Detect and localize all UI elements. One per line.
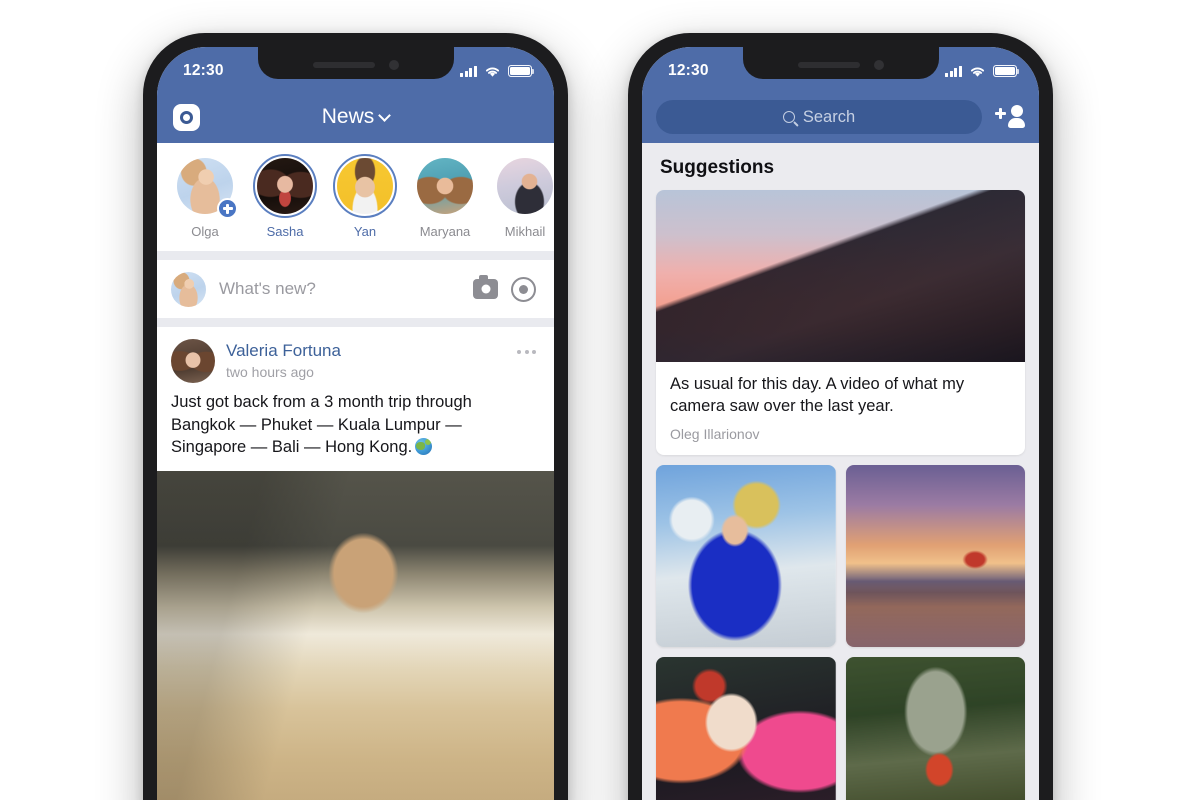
phone-device-right: 12:30 Search Suggestions As usual for th… (628, 33, 1053, 800)
post-header: Valeria Fortuna two hours ago (157, 327, 554, 387)
wifi-icon (485, 66, 500, 77)
avatar (257, 158, 313, 214)
post-composer[interactable]: What's new? (157, 260, 554, 318)
search-icon (782, 111, 795, 123)
avatar[interactable] (171, 339, 215, 383)
avatar (337, 158, 393, 214)
front-camera-icon (388, 60, 399, 70)
camera-circle-icon[interactable] (173, 103, 200, 131)
status-time: 12:30 (183, 62, 224, 79)
story-item-sasha[interactable]: Sasha (251, 154, 319, 239)
add-story-icon[interactable] (217, 198, 238, 219)
photo-grid (642, 455, 1039, 800)
status-icons-group (945, 61, 1020, 78)
story-item-mikhail[interactable]: Mikhail (491, 154, 554, 239)
suggestion-card[interactable]: As usual for this day. A video of what m… (656, 190, 1025, 455)
add-friend-icon[interactable] (995, 105, 1025, 129)
story-label: Sasha (266, 224, 304, 239)
section-divider (157, 318, 554, 327)
post-author[interactable]: Valeria Fortuna (226, 340, 506, 361)
card-photo[interactable] (656, 190, 1025, 362)
device-notch-left (257, 47, 454, 79)
avatar (497, 158, 553, 214)
wifi-icon (970, 66, 985, 77)
status-icons-group (460, 61, 535, 78)
phone-screen-left: 12:30 News Olga Sasha Yan Maryana Mikhai… (157, 47, 554, 800)
nav-bar-left: News (157, 91, 554, 143)
grid-photo-tile[interactable] (656, 464, 836, 647)
story-label: Maryana (419, 224, 471, 239)
chevron-down-icon (378, 109, 392, 122)
cellular-signal-icon (460, 65, 477, 77)
earpiece-speaker-icon (312, 62, 375, 68)
composer-input[interactable]: What's new? (219, 279, 460, 299)
phone-device-left: 12:30 News Olga Sasha Yan Maryana Mikhai… (143, 33, 568, 800)
cellular-signal-icon (945, 65, 962, 77)
search-placeholder: Search (802, 107, 856, 126)
globe-emoji (415, 438, 433, 456)
post-photo[interactable] (157, 470, 554, 800)
avatar (417, 158, 473, 214)
section-divider (157, 251, 554, 260)
device-notch-right (742, 47, 939, 79)
card-author[interactable]: Oleg Illarionov (656, 426, 1025, 455)
story-label: Olga (191, 224, 219, 239)
post-timestamp: two hours ago (226, 364, 314, 381)
post-text-wrapper: Just got back from a 3 month trip throug… (157, 387, 554, 471)
grid-photo-tile[interactable] (845, 656, 1025, 800)
camera-icon[interactable] (473, 275, 498, 299)
stories-strip[interactable]: Olga Sasha Yan Maryana Mikhail (157, 143, 554, 251)
suggestions-feed: Suggestions As usual for this day. A vid… (642, 143, 1039, 800)
story-label: Mikhail (504, 224, 546, 239)
more-options-icon[interactable] (517, 339, 536, 354)
page-title[interactable]: News (157, 105, 554, 129)
phone-screen-right: 12:30 Search Suggestions As usual for th… (642, 47, 1039, 800)
nav-bar-right: Search (642, 91, 1039, 143)
section-title: Suggestions (660, 157, 775, 178)
grid-photo-tile[interactable] (656, 656, 836, 800)
card-text: As usual for this day. A video of what m… (670, 375, 965, 415)
grid-photo-tile[interactable] (845, 464, 1025, 647)
mockup-canvas: 12:30 News Olga Sasha Yan Maryana Mikhai… (0, 0, 1200, 800)
story-item-olga[interactable]: Olga (171, 154, 239, 239)
battery-icon (993, 65, 1020, 77)
story-item-maryana[interactable]: Maryana (411, 154, 479, 239)
feed-post: Valeria Fortuna two hours ago Just got b… (157, 327, 554, 800)
search-input[interactable]: Search (656, 100, 982, 134)
avatar (171, 271, 206, 307)
earpiece-speaker-icon (797, 62, 860, 68)
story-item-yan[interactable]: Yan (331, 154, 399, 239)
status-time: 12:30 (668, 62, 709, 79)
front-camera-icon (873, 60, 884, 70)
story-label: Yan (353, 224, 377, 239)
target-icon[interactable] (511, 276, 536, 302)
nav-title-text: News (321, 105, 375, 128)
battery-icon (508, 65, 535, 77)
